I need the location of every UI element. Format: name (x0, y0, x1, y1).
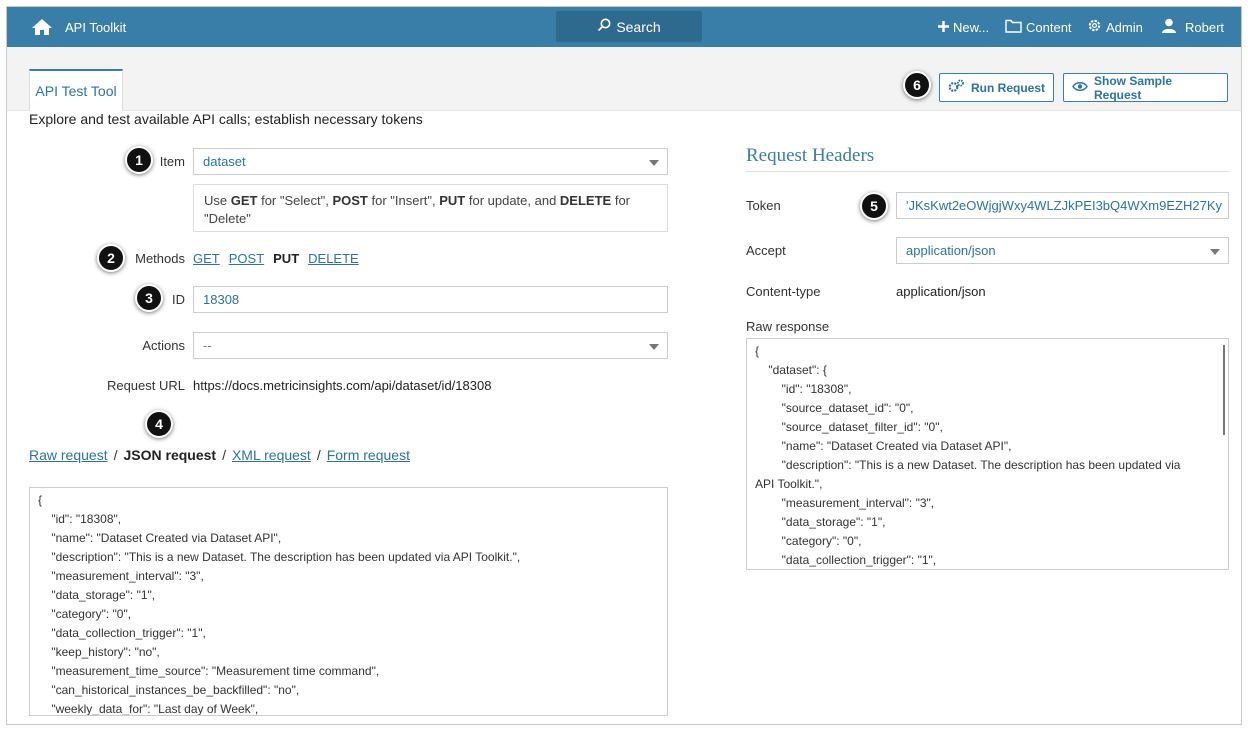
code-line: { (38, 493, 43, 507)
item-select-value: dataset (203, 154, 246, 169)
home-icon (31, 18, 53, 36)
code-line: "category": "0", (38, 607, 132, 621)
app-window: API Toolkit Search New... Content Admin (6, 6, 1242, 725)
id-input[interactable]: 18308 (193, 286, 668, 313)
content-label: Content (1026, 19, 1072, 35)
raw-response-panel[interactable]: { "dataset": { "id": "18308", "source_da… (746, 338, 1229, 570)
json-request-tab[interactable]: JSON request (123, 447, 216, 463)
code-line: "measurement_interval": "3", (755, 496, 935, 510)
method-hint: Use GET for "Select", POST for "Insert",… (193, 184, 668, 232)
show-sample-request-button[interactable]: Show Sample Request (1063, 73, 1228, 102)
chevron-down-icon (649, 160, 659, 166)
method-put-selected[interactable]: PUT (273, 251, 299, 266)
content-menu[interactable]: Content (1005, 7, 1072, 47)
methods-list: GET POST PUT DELETE (193, 251, 359, 266)
code-line: "measurement_time_source": "Measurement … (38, 664, 380, 678)
chevron-down-icon (649, 344, 659, 350)
app-title: API Toolkit (65, 19, 127, 35)
item-select[interactable]: dataset (193, 148, 668, 175)
code-line: "name": "Dataset Created via Dataset API… (755, 439, 1012, 453)
actions-select-value: -- (203, 338, 212, 353)
request-url-value: https://docs.metricinsights.com/api/data… (193, 378, 492, 393)
code-line: "source_dataset_id": "0", (755, 401, 914, 415)
chevron-down-icon (1210, 249, 1220, 255)
raw-response-scrollbar[interactable] (1223, 345, 1225, 435)
top-navigation-bar: API Toolkit Search New... Content Admin (7, 7, 1241, 47)
show-sample-request-label: Show Sample Request (1094, 73, 1173, 102)
callout-marker-6: 6 (903, 71, 931, 99)
code-line: "data_storage": "1", (38, 588, 156, 602)
code-line: "id": "18308", (755, 382, 852, 396)
xml-request-link[interactable]: XML request (232, 447, 311, 463)
code-line: "weekly_data_for": "Last day of Week", (38, 702, 259, 716)
content-type-label: Content-type (746, 284, 821, 299)
accept-select-value: application/json (906, 243, 996, 258)
code-line: { (755, 344, 760, 358)
code-line: "description": "This is a new Dataset. T… (755, 458, 1181, 472)
code-line: "data_storage": "1", (755, 515, 886, 529)
eye-icon (1072, 81, 1094, 95)
code-line: "description": "This is a new Dataset. T… (38, 550, 521, 564)
raw-request-link[interactable]: Raw request (29, 447, 108, 463)
callout-marker-5: 5 (860, 192, 888, 220)
folder-icon (1005, 19, 1026, 36)
code-line: "source_dataset_filter_id": "0", (755, 420, 943, 434)
callout-marker-4: 4 (145, 410, 173, 438)
new-menu[interactable]: New... (938, 7, 989, 47)
gear-icon (1087, 18, 1106, 36)
tab-strip: API Test Tool Run Request Show Sample Re… (7, 47, 1241, 111)
method-get-link[interactable]: GET (193, 251, 220, 266)
page-subtitle: Explore and test available API calls; es… (29, 111, 423, 127)
raw-response-label: Raw response (746, 319, 830, 334)
content-type-value: application/json (896, 284, 986, 299)
actions-label: Actions (142, 338, 185, 353)
tab-api-test-tool[interactable]: API Test Tool (29, 69, 123, 111)
home-link[interactable]: API Toolkit (31, 7, 126, 47)
run-request-button[interactable]: Run Request (939, 73, 1054, 102)
callout-marker-3: 3 (135, 284, 163, 312)
form-request-link[interactable]: Form request (327, 447, 410, 463)
code-line: "data_collection_trigger": "1", (755, 553, 937, 567)
code-line: "name": "Dataset Created via Dataset API… (38, 531, 282, 545)
callout-marker-2: 2 (97, 244, 125, 272)
request-format-tabs: Raw request / JSON request / XML request / For… (29, 447, 410, 463)
accept-label: Accept (746, 243, 786, 258)
search-icon (597, 18, 616, 35)
gears-icon (948, 79, 971, 96)
code-line: "data_collection_trigger": "1", (38, 626, 206, 640)
user-menu[interactable]: Robert (1161, 7, 1224, 47)
new-label: New... (953, 19, 990, 35)
admin-label: Admin (1106, 19, 1143, 35)
actions-select[interactable]: -- (193, 332, 668, 359)
code-line: "keep_history": "no", (38, 645, 160, 659)
code-line: API Toolkit.", (755, 477, 823, 491)
user-label: Robert (1185, 19, 1225, 35)
code-line: "measurement_interval": "3", (38, 569, 204, 583)
search-label: Search (616, 18, 661, 35)
callout-marker-1: 1 (125, 146, 153, 174)
plus-icon (938, 20, 953, 35)
method-post-link[interactable]: POST (229, 251, 264, 266)
json-request-editor[interactable]: { "id": "18308", "name": "Dataset Create… (29, 487, 668, 716)
user-icon (1161, 18, 1181, 36)
code-line: "dataset": { (755, 363, 827, 377)
request-url-label: Request URL (106, 378, 185, 393)
token-label: Token (746, 198, 781, 213)
search-button[interactable]: Search (556, 11, 702, 42)
accept-select[interactable]: application/json (896, 237, 1229, 264)
run-request-label: Run Request (971, 80, 1046, 95)
admin-menu[interactable]: Admin (1087, 7, 1143, 47)
token-input[interactable]: 'JKsKwt2eOWjgjWxy4WLZJkPEI3bQ4WXm9EZH27K… (896, 192, 1229, 219)
request-headers-title: Request Headers (746, 145, 1229, 172)
method-delete-link[interactable]: DELETE (308, 251, 359, 266)
code-line: "can_historical_instances_be_backfilled"… (38, 683, 300, 697)
code-line: "id": "18308", (38, 512, 122, 526)
code-line: "category": "0", (755, 534, 862, 548)
